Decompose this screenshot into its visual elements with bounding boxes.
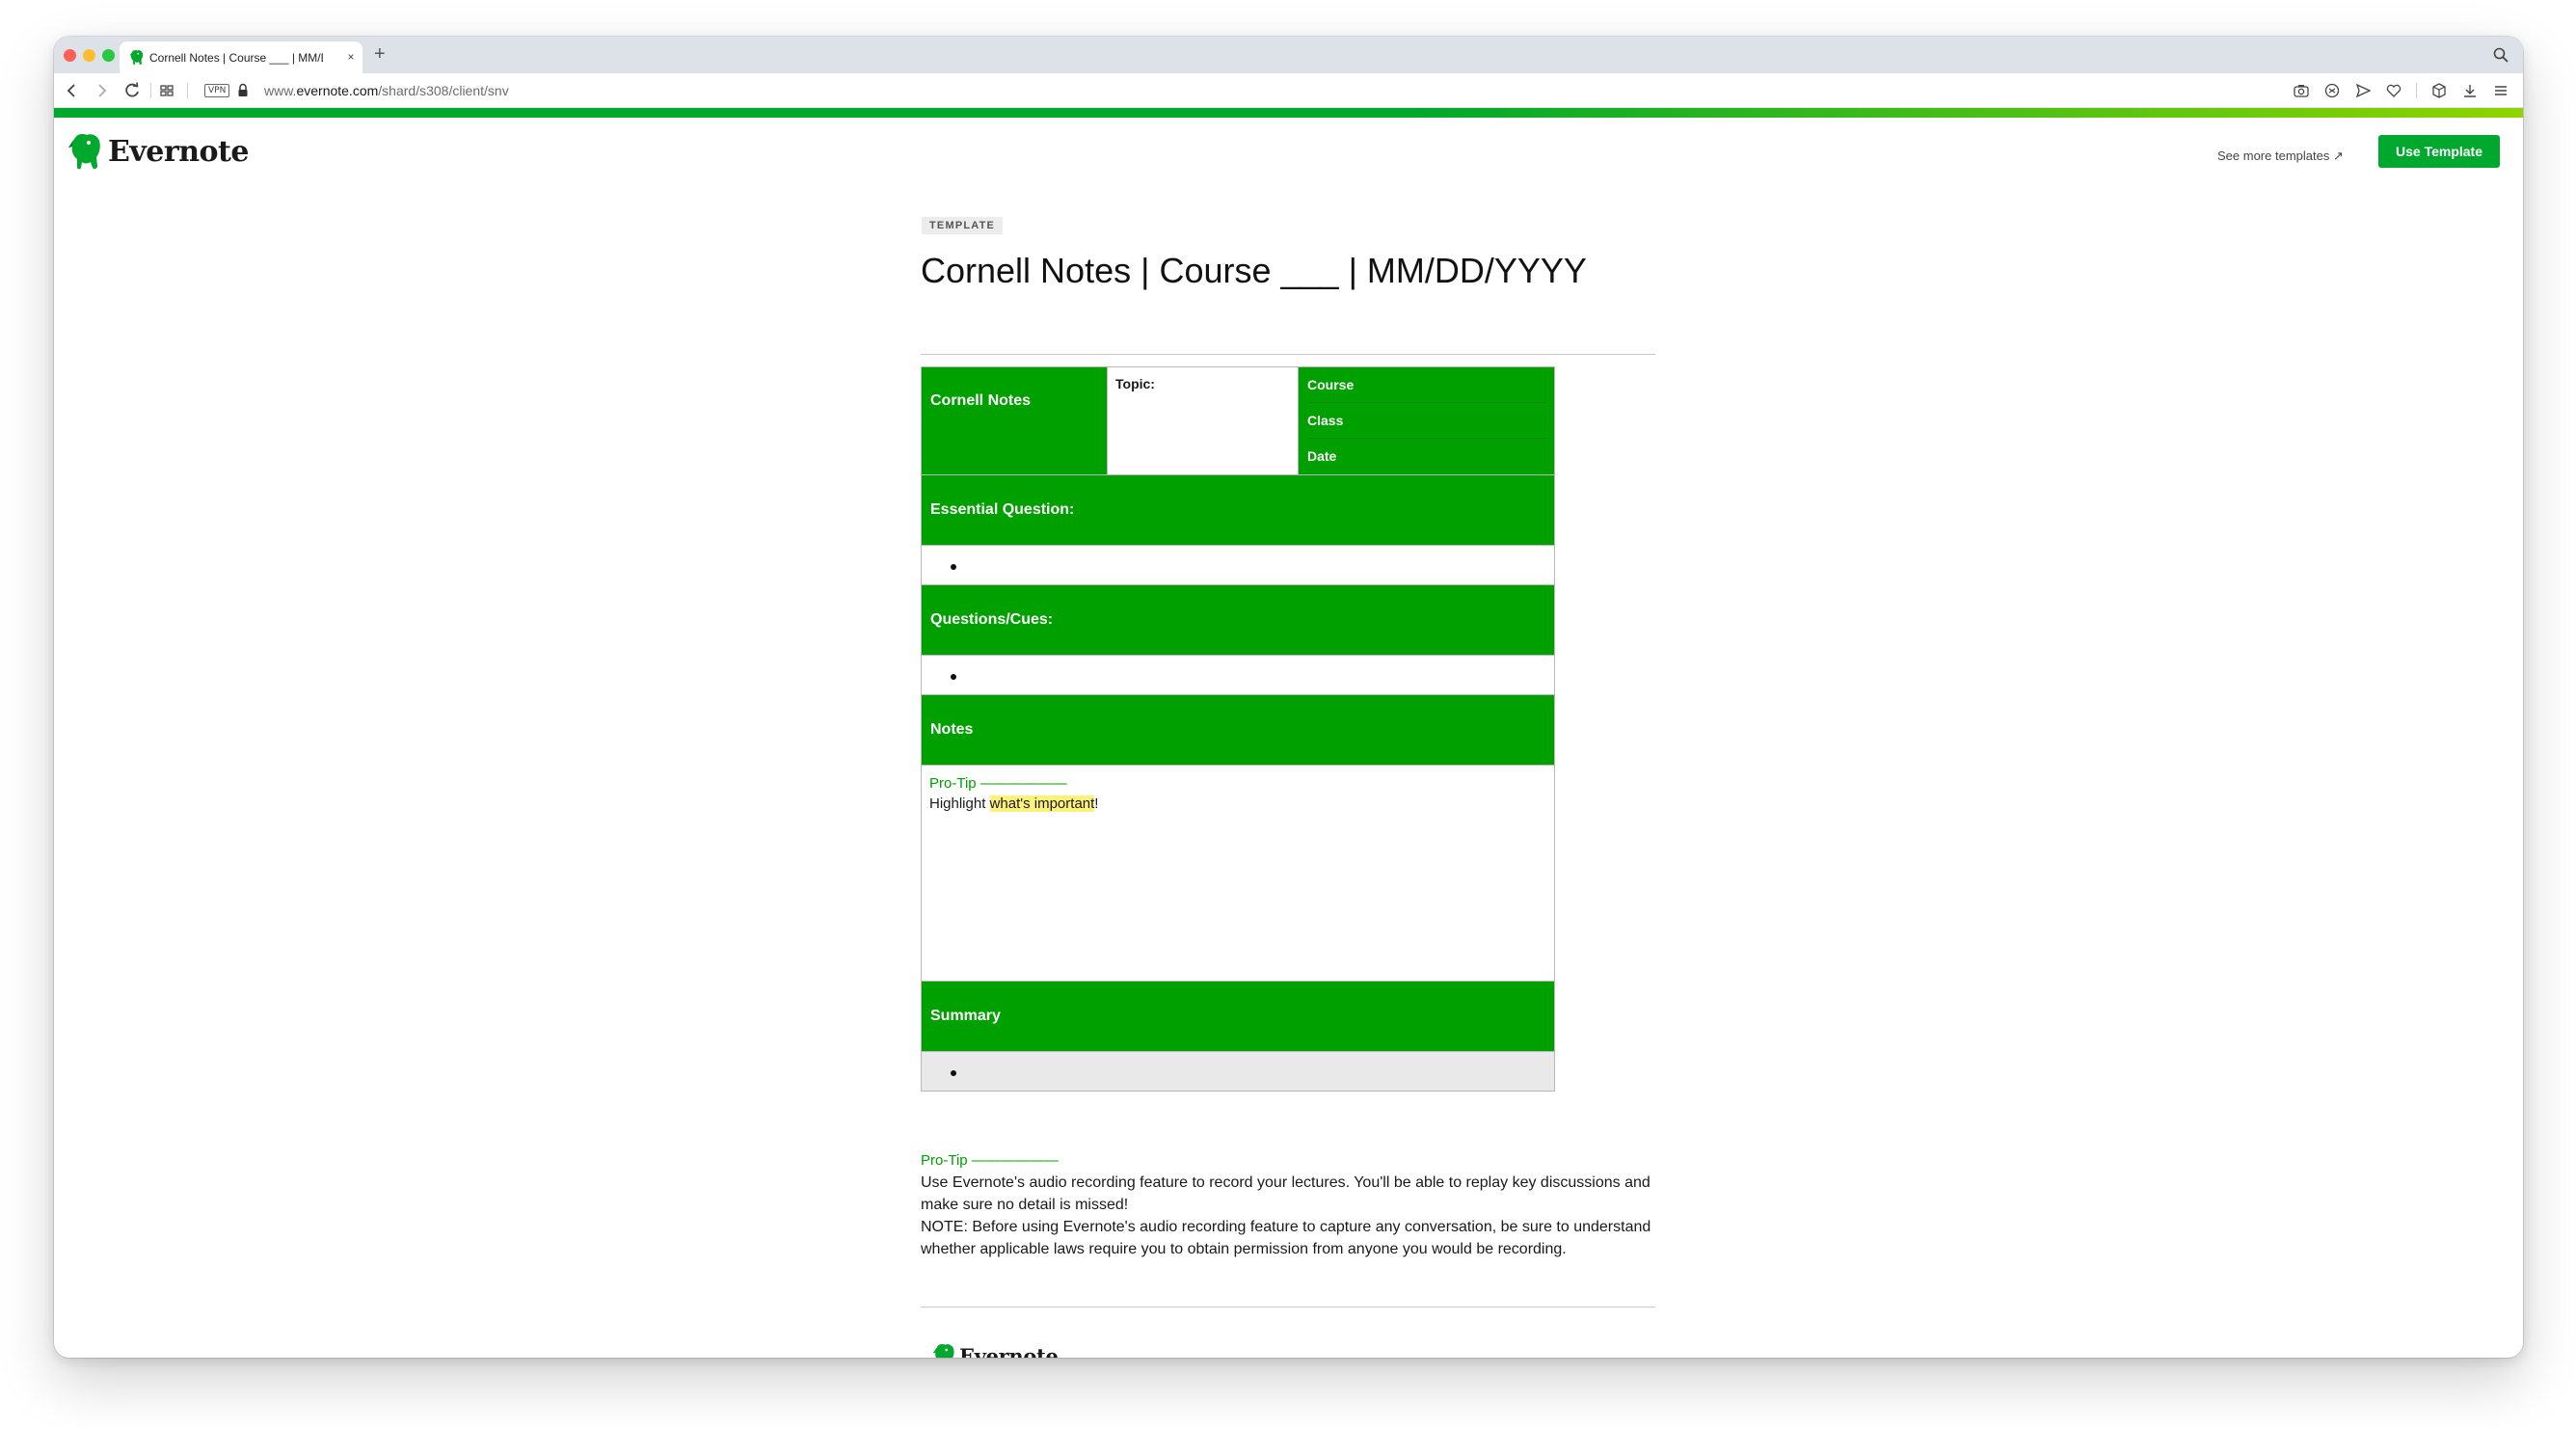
close-window-button[interactable] bbox=[64, 49, 76, 62]
reload-icon[interactable] bbox=[123, 82, 141, 99]
date-field[interactable]: Date bbox=[1307, 439, 1545, 474]
download-icon[interactable] bbox=[2461, 82, 2479, 99]
cornell-notes-table: Cornell Notes Topic: Course Class Date E… bbox=[921, 366, 1555, 1092]
url-prefix: www. bbox=[264, 83, 297, 98]
cornell-notes-heading: Cornell Notes bbox=[921, 366, 1108, 475]
notes-text-after: ! bbox=[1094, 795, 1099, 812]
divider bbox=[921, 1307, 1655, 1308]
protip-note: NOTE: Before using Evernote's audio reco… bbox=[921, 1219, 1651, 1257]
bullet-point bbox=[951, 1069, 956, 1076]
evernote-elephant-icon bbox=[68, 134, 100, 170]
see-more-templates-link[interactable]: See more templates ↗ bbox=[2217, 148, 2344, 164]
table-row: Summary bbox=[921, 981, 1555, 1052]
use-template-button[interactable]: Use Template bbox=[2378, 135, 2500, 168]
tab-strip: Cornell Notes | Course ___ | MM/DD/YYYY … bbox=[54, 37, 2523, 73]
topic-cell[interactable]: Topic: bbox=[1107, 366, 1299, 475]
protip-label: Pro-Tip bbox=[929, 775, 977, 792]
pro-tip-section: Pro-Tip —————— Use Evernote's audio reco… bbox=[921, 1149, 1655, 1260]
table-row bbox=[921, 1051, 1555, 1092]
notes-body[interactable]: Pro-Tip —————— Highlight what's importan… bbox=[921, 765, 1555, 982]
maximize-window-button[interactable] bbox=[102, 49, 115, 62]
table-row bbox=[921, 545, 1555, 585]
table-row: Notes bbox=[921, 694, 1555, 766]
box-icon[interactable] bbox=[2430, 82, 2448, 99]
brand-gradient-bar bbox=[54, 108, 2523, 118]
camera-icon[interactable] bbox=[2293, 82, 2310, 99]
class-field[interactable]: Class bbox=[1307, 403, 1545, 439]
questions-cues-heading: Questions/Cues: bbox=[921, 584, 1555, 656]
table-header-row: Cornell Notes Topic: Course Class Date bbox=[921, 366, 1555, 475]
summary-heading: Summary bbox=[921, 981, 1555, 1052]
forward-icon[interactable] bbox=[93, 82, 110, 99]
evernote-logo[interactable]: Evernote bbox=[67, 132, 249, 171]
browser-tab-active[interactable]: Cornell Notes | Course ___ | MM/DD/YYYY … bbox=[120, 41, 362, 73]
notes-text-before: Highlight bbox=[929, 795, 990, 812]
protip-heading: Pro-Tip —————— bbox=[921, 1149, 1655, 1172]
logo-text: Evernote bbox=[108, 134, 249, 169]
protip-dash: —————— bbox=[971, 1152, 1059, 1169]
search-icon[interactable] bbox=[2492, 46, 2509, 64]
url-field[interactable]: www.evernote.com/shard/s308/client/snv bbox=[264, 83, 509, 98]
topic-label: Topic: bbox=[1115, 376, 1155, 391]
footer-evernote-logo[interactable]: Evernote bbox=[932, 1342, 1059, 1358]
template-badge: TEMPLATE bbox=[922, 217, 1004, 234]
back-icon[interactable] bbox=[64, 82, 81, 99]
address-bar: VPN www.evernote.com/shard/s308/client/s… bbox=[54, 73, 2523, 108]
protip-dash: —————— bbox=[979, 775, 1067, 792]
divider bbox=[921, 354, 1655, 355]
footer-logo-text: Evernote bbox=[959, 1343, 1059, 1359]
protip-label: Pro-Tip bbox=[921, 1152, 968, 1169]
lock-icon[interactable] bbox=[237, 83, 249, 97]
table-row bbox=[921, 655, 1555, 695]
page-title: Cornell Notes | Course ___ | MM/DD/YYYY bbox=[921, 251, 1587, 290]
browser-window: Cornell Notes | Course ___ | MM/DD/YYYY … bbox=[54, 37, 2523, 1358]
shield-icon[interactable] bbox=[2323, 82, 2341, 99]
toolbar-icons bbox=[2293, 82, 2509, 99]
url-path: /shard/s308/client/snv bbox=[378, 83, 509, 98]
essential-question-bullet[interactable] bbox=[921, 545, 1555, 585]
bullet-point bbox=[951, 673, 956, 680]
highlighted-text: what's important bbox=[989, 795, 1095, 812]
heart-icon[interactable] bbox=[2385, 82, 2402, 99]
new-tab-button[interactable]: + bbox=[374, 44, 386, 64]
questions-cues-bullet[interactable] bbox=[921, 655, 1555, 695]
send-icon[interactable] bbox=[2354, 82, 2372, 99]
essential-question-heading: Essential Question: bbox=[921, 474, 1555, 546]
tab-close-icon[interactable]: × bbox=[343, 49, 359, 65]
notes-heading: Notes bbox=[921, 694, 1555, 766]
vpn-badge[interactable]: VPN bbox=[204, 84, 230, 97]
table-row: Questions/Cues: bbox=[921, 584, 1555, 656]
bullet-point bbox=[951, 563, 956, 570]
summary-bullet[interactable] bbox=[921, 1051, 1555, 1092]
meta-cell: Course Class Date bbox=[1298, 366, 1555, 475]
tab-grid-icon[interactable] bbox=[158, 82, 175, 99]
url-domain: evernote.com bbox=[296, 83, 379, 98]
tab-title: Cornell Notes | Course ___ | MM/DD/YYYY bbox=[149, 50, 323, 65]
menu-icon[interactable] bbox=[2492, 82, 2509, 99]
course-field[interactable]: Course bbox=[1307, 367, 1545, 403]
protip-body: Use Evernote's audio recording feature t… bbox=[921, 1174, 1650, 1213]
table-row: Essential Question: bbox=[921, 474, 1555, 546]
evernote-elephant-icon bbox=[129, 50, 144, 66]
table-row: Pro-Tip —————— Highlight what's importan… bbox=[921, 765, 1555, 982]
page-content: Evernote See more templates ↗ Use Templa… bbox=[54, 118, 2523, 1358]
notes-text: Highlight what's important! bbox=[929, 795, 1546, 812]
minimize-window-button[interactable] bbox=[83, 49, 95, 62]
notes-protip: Pro-Tip —————— bbox=[929, 775, 1546, 792]
evernote-elephant-icon bbox=[932, 1344, 954, 1358]
